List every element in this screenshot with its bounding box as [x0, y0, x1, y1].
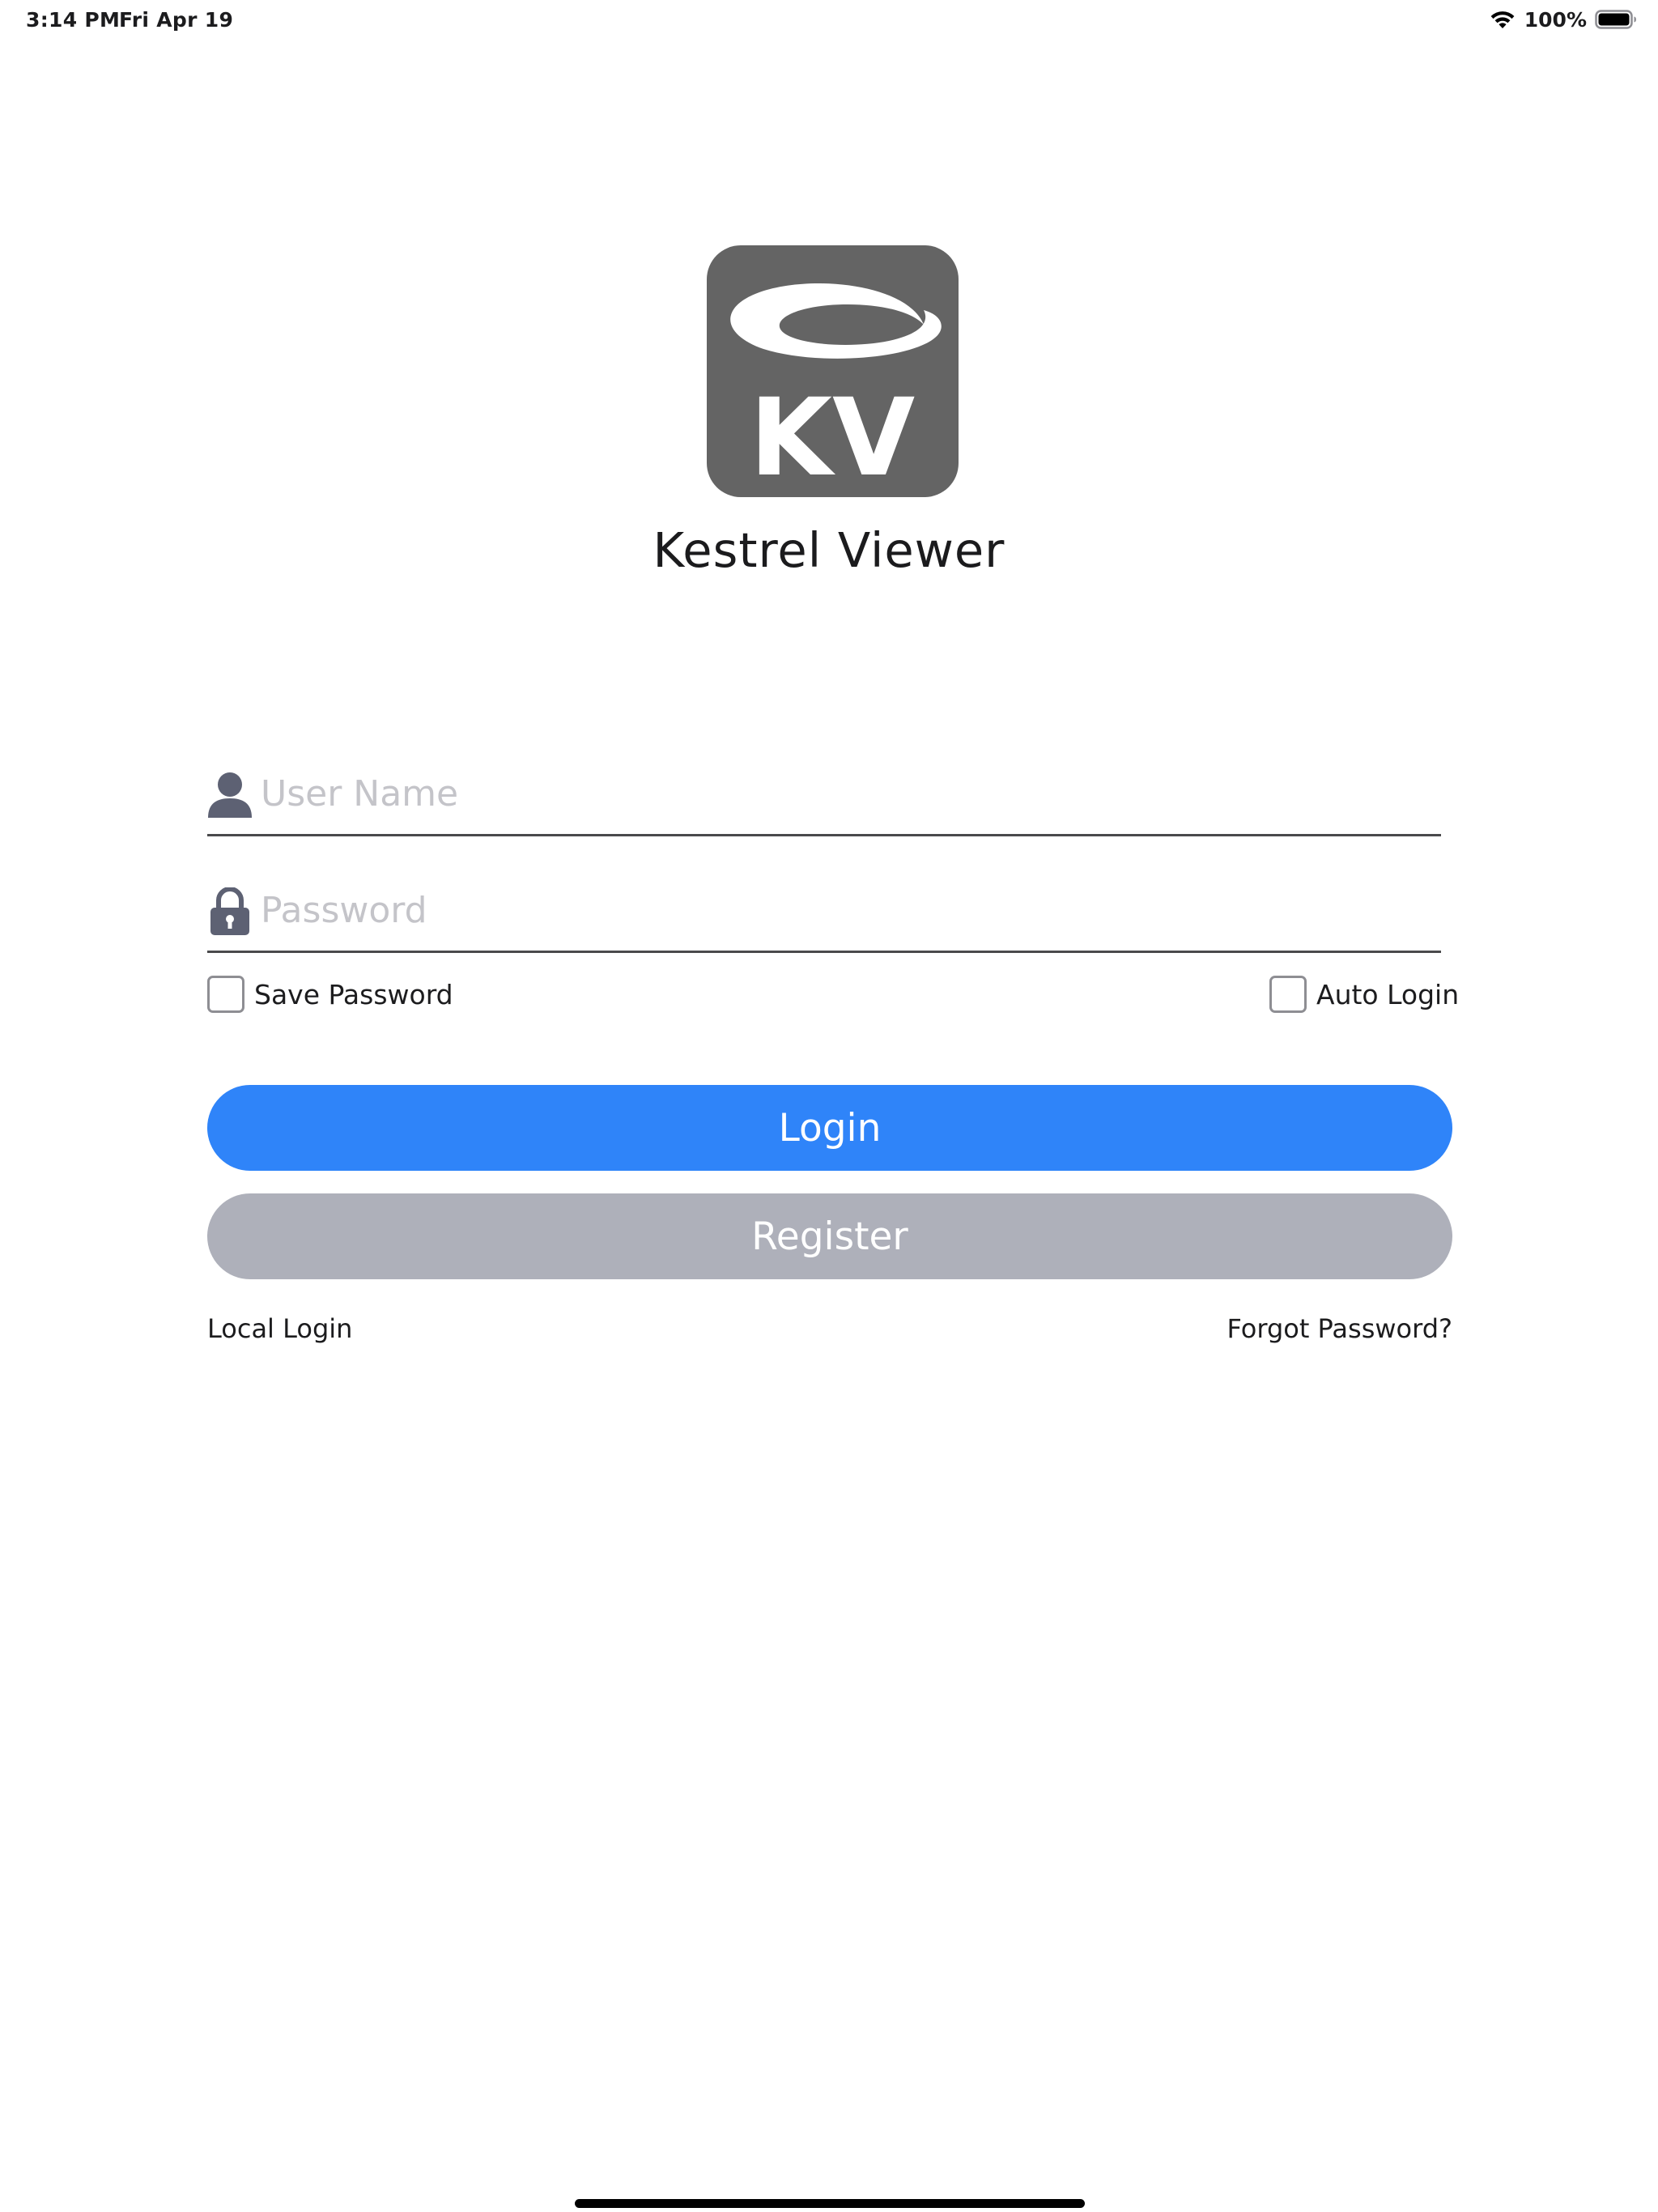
local-login-link[interactable]: Local Login [207, 1313, 352, 1344]
save-password-label: Save Password [254, 978, 453, 1010]
status-date: Fri Apr 19 [119, 8, 234, 32]
battery-percent: 100% [1524, 7, 1587, 32]
user-icon [207, 771, 253, 819]
username-input[interactable] [261, 761, 1426, 826]
password-input[interactable] [261, 878, 1426, 942]
status-indicators: 100% [1489, 6, 1637, 32]
auto-login-checkbox[interactable] [1269, 976, 1307, 1013]
register-button[interactable]: Register [207, 1193, 1452, 1279]
login-button[interactable]: Login [207, 1085, 1452, 1171]
status-time: 3:14 PM [26, 8, 121, 32]
password-field [207, 870, 1441, 953]
username-field [207, 753, 1441, 836]
app-logo: KV [707, 245, 959, 497]
auto-login-toggle[interactable]: Auto Login [1269, 972, 1459, 1017]
app-logo-text: KV [750, 376, 915, 497]
status-bar: 3:14 PM Fri Apr 19 100% [0, 0, 1658, 39]
app-title: Kestrel Viewer [653, 522, 1005, 578]
home-indicator [575, 2199, 1085, 2208]
auto-login-label: Auto Login [1316, 978, 1460, 1010]
battery-icon [1595, 10, 1637, 29]
wifi-icon [1489, 9, 1516, 30]
save-password-toggle[interactable]: Save Password [207, 972, 453, 1017]
lock-icon [207, 887, 253, 936]
forgot-password-link[interactable]: Forgot Password? [1227, 1313, 1453, 1344]
save-password-checkbox[interactable] [207, 976, 244, 1013]
